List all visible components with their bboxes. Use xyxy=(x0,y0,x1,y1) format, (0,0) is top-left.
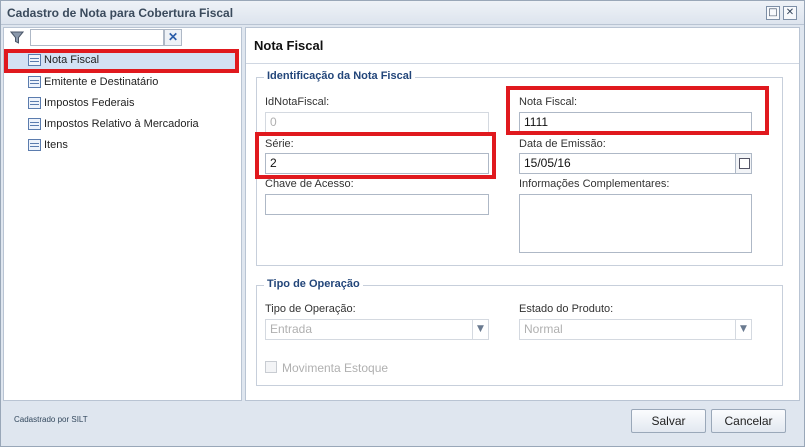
sidebar-item-itens[interactable]: Itens xyxy=(8,135,236,155)
window-title: Cadastro de Nota para Cobertura Fiscal xyxy=(7,6,234,20)
tipo-operacao-select: Entrada ▼ xyxy=(265,319,489,340)
estado-produto-value: Normal xyxy=(524,322,563,336)
maximize-icon[interactable]: □ xyxy=(766,6,780,20)
id-field: 0 xyxy=(265,112,489,133)
estado-produto-select: Normal ▼ xyxy=(519,319,752,340)
sidebar-item-impostos-mercadoria[interactable]: Impostos Relativo à Mercadoria xyxy=(8,114,236,134)
tipo-operacao-label: Tipo de Operação: xyxy=(265,303,356,315)
save-button[interactable]: Salvar xyxy=(631,409,706,433)
info-complementares-textarea[interactable] xyxy=(519,194,752,253)
serie-field[interactable]: 2 xyxy=(265,153,489,174)
sidebar-item-label: Impostos Relativo à Mercadoria xyxy=(44,118,199,130)
data-emissao-value: 15/05/16 xyxy=(524,156,571,170)
filter-row: ✕ xyxy=(4,28,241,48)
dialog-window: Cadastro de Nota para Cobertura Fiscal □… xyxy=(0,0,805,447)
close-icon[interactable]: ✕ xyxy=(783,6,797,20)
section-legend: Tipo de Operação xyxy=(264,278,363,290)
filter-input[interactable] xyxy=(30,29,164,46)
sidebar: ✕ Nota Fiscal Emitente e Destinatário Im… xyxy=(3,27,242,401)
chevron-down-icon: ▼ xyxy=(735,320,751,339)
sidebar-item-impostos-federais[interactable]: Impostos Federais xyxy=(8,93,236,113)
sidebar-item-nota-fiscal[interactable]: Nota Fiscal xyxy=(8,50,236,70)
nota-fiscal-label: Nota Fiscal: xyxy=(519,96,578,108)
movimenta-estoque-checkbox xyxy=(265,361,277,373)
form-icon xyxy=(28,97,41,109)
page-title: Nota Fiscal xyxy=(246,28,799,64)
data-emissao-label: Data de Emissão: xyxy=(519,138,606,150)
chave-acesso-label: Chave de Acesso: xyxy=(265,178,354,190)
serie-label: Série: xyxy=(265,138,294,150)
sidebar-item-label: Impostos Federais xyxy=(44,97,135,109)
form-icon xyxy=(28,118,41,130)
form-icon xyxy=(28,76,41,88)
estado-produto-label: Estado do Produto: xyxy=(519,303,614,315)
movimenta-estoque-label: Movimenta Estoque xyxy=(282,361,389,375)
chevron-down-icon: ▼ xyxy=(472,320,488,339)
cancel-button[interactable]: Cancelar xyxy=(711,409,786,433)
tipo-operacao-value: Entrada xyxy=(270,322,313,336)
data-emissao-field[interactable]: 15/05/16 xyxy=(519,153,752,174)
sidebar-item-label: Itens xyxy=(44,139,68,151)
sidebar-item-emitente[interactable]: Emitente e Destinatário xyxy=(8,72,236,92)
footer-note: Cadastrado por SILT xyxy=(14,415,88,424)
sidebar-item-label: Emitente e Destinatário xyxy=(44,76,159,88)
main-panel: Nota Fiscal Identificação da Nota Fiscal… xyxy=(245,27,800,401)
section-legend: Identificação da Nota Fiscal xyxy=(264,70,415,82)
form-icon xyxy=(28,54,41,66)
operacao-fieldset: Tipo de Operação Tipo de Operação: Entra… xyxy=(256,278,783,386)
info-complementares-label: Informações Complementares: xyxy=(519,178,670,190)
id-label: IdNotaFiscal: xyxy=(265,96,330,108)
clear-filter-icon[interactable]: ✕ xyxy=(164,29,182,46)
chave-acesso-field[interactable] xyxy=(265,194,489,215)
calendar-icon[interactable] xyxy=(735,154,751,173)
filter-icon[interactable] xyxy=(10,31,24,45)
title-bar[interactable]: Cadastro de Nota para Cobertura Fiscal □… xyxy=(1,1,804,25)
nota-fiscal-field[interactable]: 1111 xyxy=(519,112,752,133)
form-icon xyxy=(28,139,41,151)
identificacao-fieldset: Identificação da Nota Fiscal IdNotaFisca… xyxy=(256,70,783,266)
sidebar-item-label: Nota Fiscal xyxy=(44,54,100,66)
